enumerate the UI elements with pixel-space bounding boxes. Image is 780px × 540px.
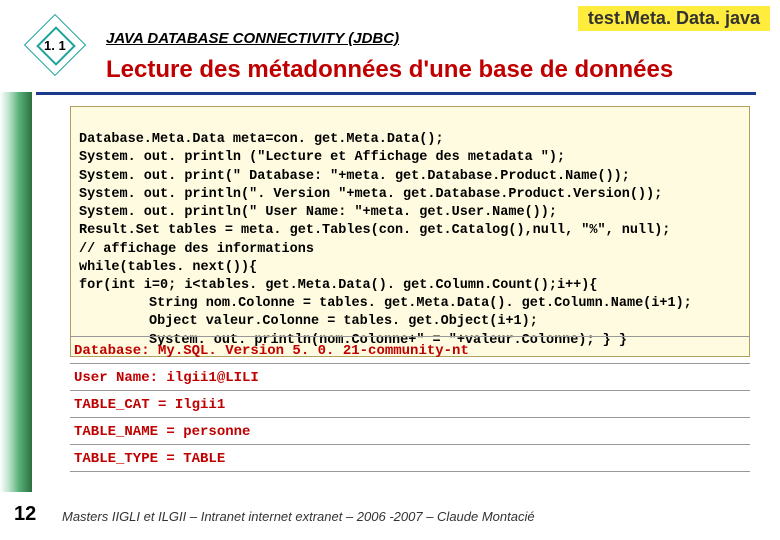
code-line: System. out. print(" Database: "+meta. g… [79, 169, 630, 184]
file-badge: test.Meta. Data. java [578, 6, 770, 31]
section-number: 1. 1 [44, 38, 66, 53]
footer-text: Masters IIGLI et ILGII – Intranet intern… [62, 509, 535, 524]
section-number-decor: 1. 1 [30, 24, 74, 68]
code-line: while(tables. next()){ [79, 260, 257, 275]
section-label: JAVA DATABASE CONNECTIVITY (JDBC) [106, 30, 399, 47]
output-line: User Name: ilgii1@LILI [70, 364, 750, 391]
output-line: TABLE_TYPE = TABLE [70, 445, 750, 472]
output-line: TABLE_CAT = Ilgii1 [70, 391, 750, 418]
output-line: Database: My.SQL. Version 5. 0. 21-commu… [70, 336, 750, 364]
code-block: Database.Meta.Data meta=con. get.Meta.Da… [70, 106, 750, 357]
code-line: // affichage des informations [79, 242, 314, 257]
code-line: String nom.Colonne = tables. get.Meta.Da… [79, 295, 692, 313]
code-line: System. out. println ("Lecture et Affich… [79, 150, 565, 165]
code-line: for(int i=0; i<tables. get.Meta.Data(). … [79, 278, 597, 293]
code-line: System. out. println(" User Name: "+meta… [79, 205, 557, 220]
output-block: Database: My.SQL. Version 5. 0. 21-commu… [70, 336, 750, 472]
page-number: 12 [14, 503, 36, 526]
left-gradient-stripe [0, 92, 32, 492]
code-line: Result.Set tables = meta. get.Tables(con… [79, 223, 670, 238]
code-line: System. out. println(". Version "+meta. … [79, 187, 662, 202]
code-line: Object valeur.Colonne = tables. get.Obje… [79, 313, 538, 331]
page-subtitle: Lecture des métadonnées d'une base de do… [106, 56, 673, 84]
divider [36, 92, 756, 95]
code-line: Database.Meta.Data meta=con. get.Meta.Da… [79, 132, 444, 147]
output-line: TABLE_NAME = personne [70, 418, 750, 445]
